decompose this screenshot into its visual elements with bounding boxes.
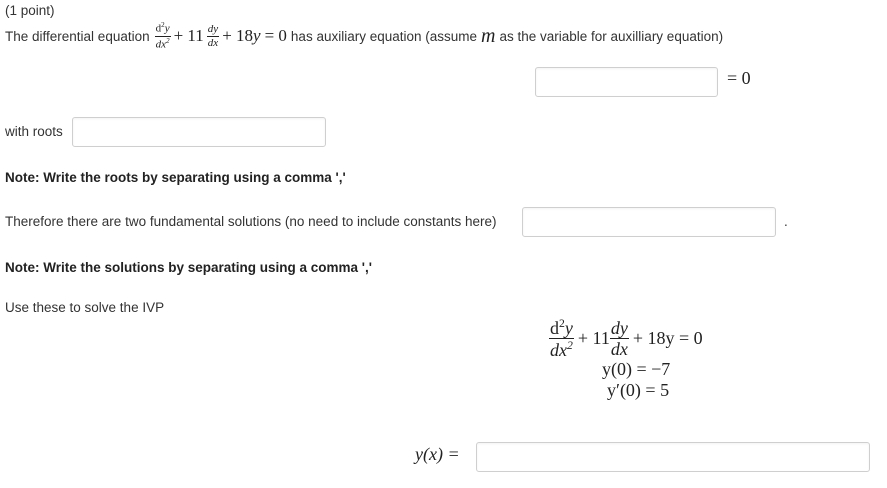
auxiliary-equation-input[interactable] — [535, 67, 718, 97]
roots-field[interactable] — [73, 118, 325, 146]
ivp-first-derivative: dy dx — [609, 318, 629, 359]
variable-m: m — [481, 24, 496, 47]
answer-field[interactable] — [477, 443, 869, 471]
answer-input[interactable] — [476, 442, 870, 472]
fundamental-solutions-field[interactable] — [523, 208, 775, 236]
roots-input[interactable] — [72, 117, 326, 147]
ivp-initial-condition-1: y(0) = −7 — [602, 359, 671, 379]
question-mid: has auxiliary equation (assume — [290, 28, 478, 44]
question-intro: The differential equation — [5, 28, 150, 44]
ivp-initial-condition-2: y′(0) = 5 — [607, 380, 670, 400]
note-roots: Note: Write the roots by separating usin… — [5, 170, 346, 185]
fundamental-solutions-input[interactable] — [522, 207, 776, 237]
aux-equals-zero: = 0 — [727, 68, 751, 88]
question-end: as the variable for auxilliary equation) — [499, 28, 724, 44]
fundamental-label: Therefore there are two fundamental solu… — [5, 214, 497, 229]
second-derivative-fraction: d2y dx2 — [154, 20, 171, 51]
auxiliary-equation-field[interactable] — [536, 68, 717, 96]
note-solutions: Note: Write the solutions by separating … — [5, 260, 372, 275]
ivp-equation: d2y dx2 + 11 dy dx + 18y = 0 — [549, 317, 703, 360]
question-line: The differential equation d2y dx2 + 11 d… — [5, 20, 724, 51]
ivp-label: Use these to solve the IVP — [5, 300, 165, 315]
roots-label: with roots — [5, 124, 63, 139]
first-derivative-fraction: dy dx — [206, 22, 220, 49]
fundamental-period: . — [784, 214, 788, 229]
ivp-equation-rest: + 18y = 0 — [632, 328, 703, 348]
answer-lhs: y(x) = — [415, 444, 460, 464]
ivp-second-derivative: d2y dx2 — [549, 317, 574, 360]
question-equation: d2y dx2 + 11 dy dx + 18 y = 0 — [154, 20, 287, 51]
points-label: (1 point) — [5, 3, 55, 18]
